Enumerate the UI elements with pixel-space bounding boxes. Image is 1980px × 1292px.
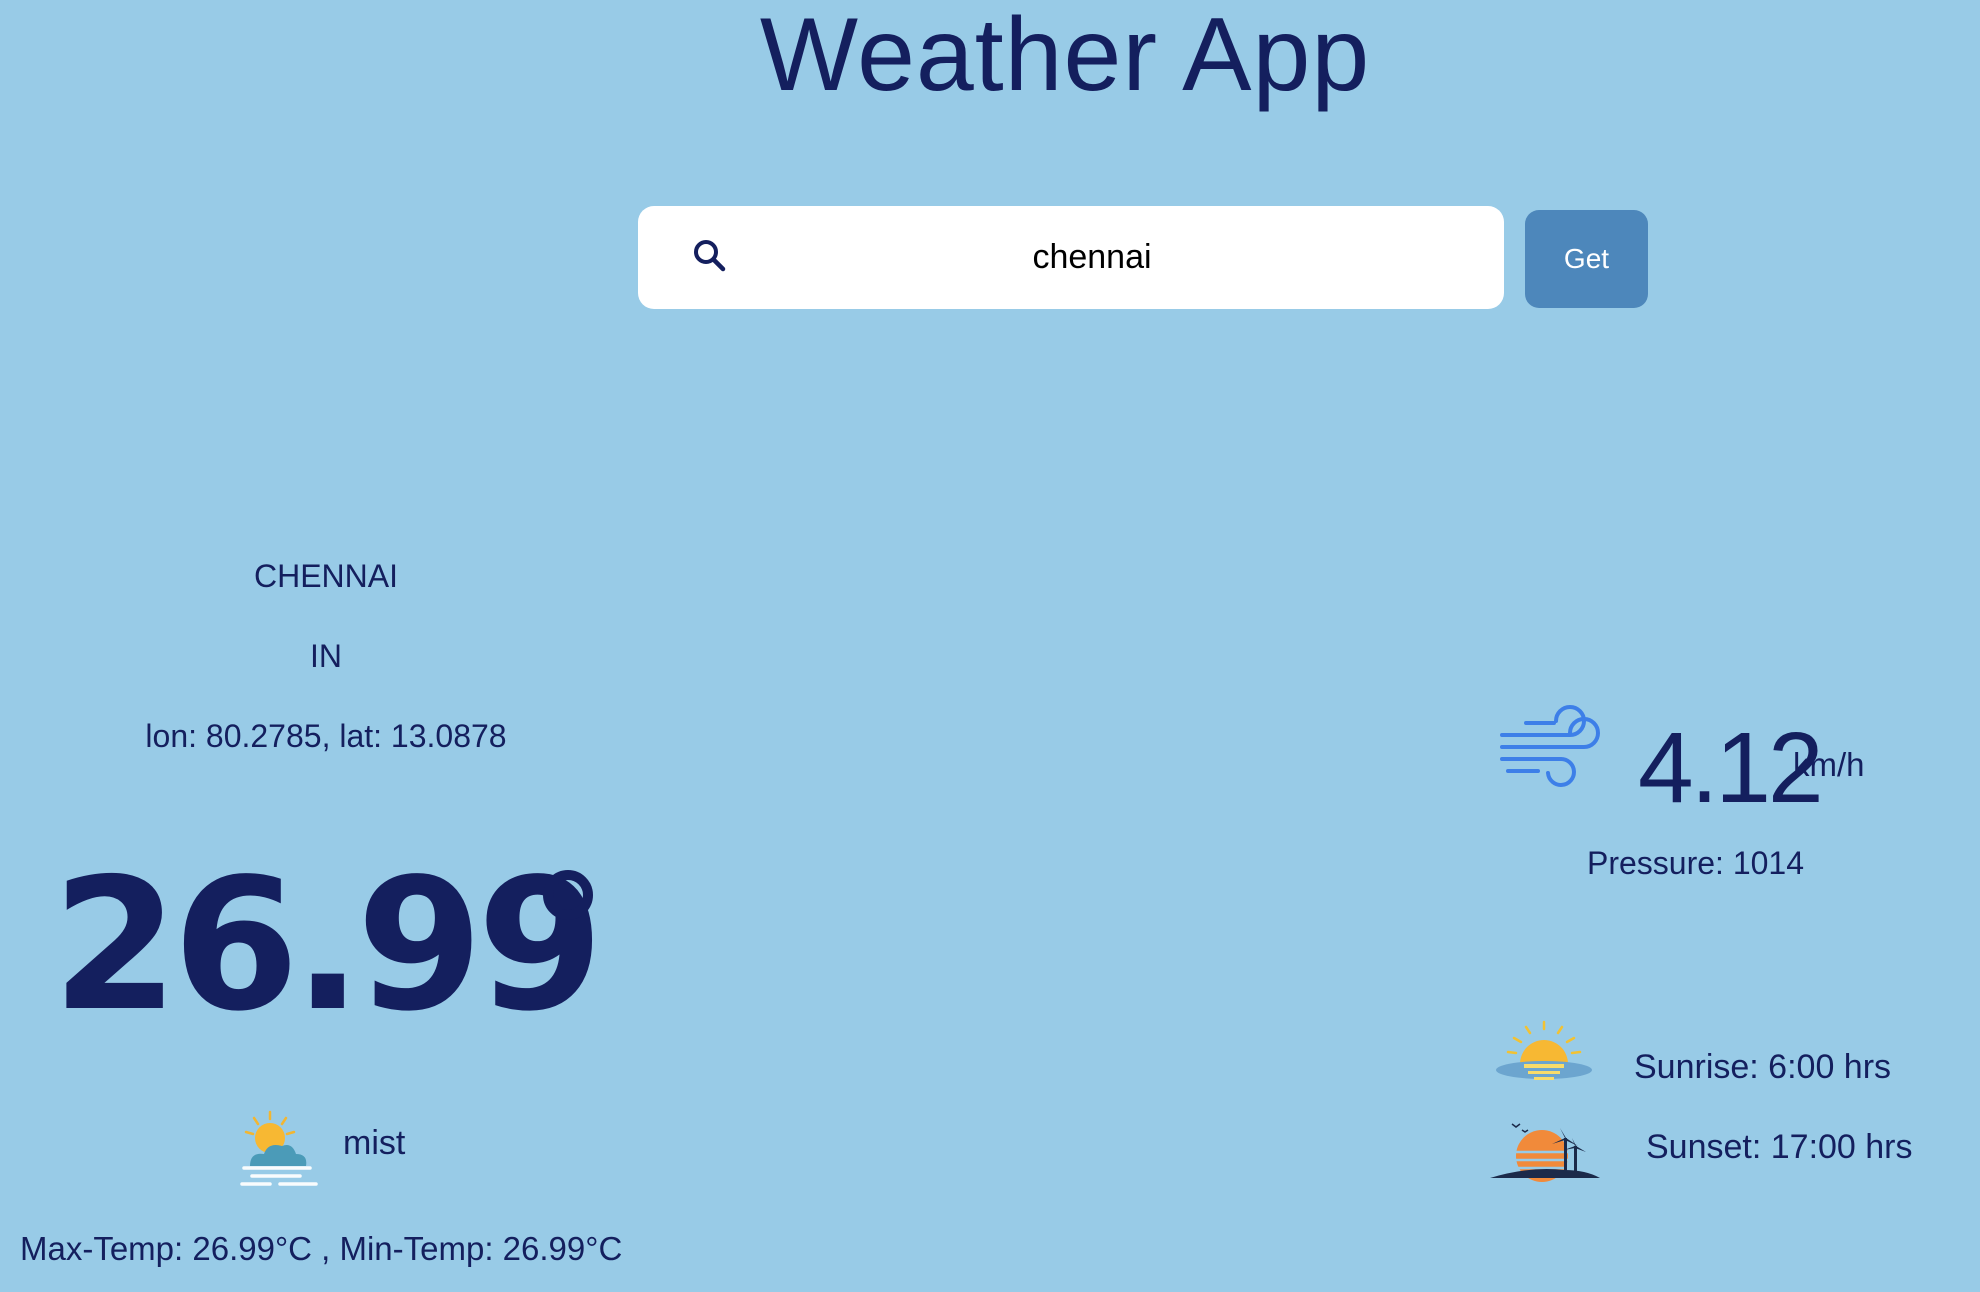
temperature-value: 26.99 xyxy=(52,839,604,1051)
city-name: CHENNAI xyxy=(253,558,398,594)
search-input[interactable] xyxy=(748,206,1474,309)
sunrise-time: Sunrise: 6:00 hrs xyxy=(1634,1048,1892,1086)
wind-icon xyxy=(1500,705,1600,787)
pressure: Pressure: 1014 xyxy=(1587,845,1805,881)
sunset-icon xyxy=(1490,1123,1600,1182)
mist-icon xyxy=(240,1110,318,1186)
get-button[interactable]: Get xyxy=(1525,210,1648,308)
weather-condition: mist xyxy=(343,1124,406,1162)
wind-unit: km/h xyxy=(1793,746,1865,783)
sunset-time: Sunset: 17:00 hrs xyxy=(1646,1128,1913,1166)
country-code: IN xyxy=(310,638,342,674)
search-icon[interactable] xyxy=(690,236,730,276)
search-box[interactable] xyxy=(638,206,1504,309)
coordinates: lon: 80.2785, lat: 13.0878 xyxy=(145,718,507,754)
sunrise-icon xyxy=(1496,1020,1592,1080)
weather-app: Weather App Get CHENNAI IN lon: 80.2785,… xyxy=(0,0,1980,1292)
min-max-temp: Max-Temp: 26.99°C , Min-Temp: 26.99°C xyxy=(20,1230,623,1267)
page-title: Weather App xyxy=(759,0,1371,113)
degree-symbol xyxy=(543,870,593,920)
